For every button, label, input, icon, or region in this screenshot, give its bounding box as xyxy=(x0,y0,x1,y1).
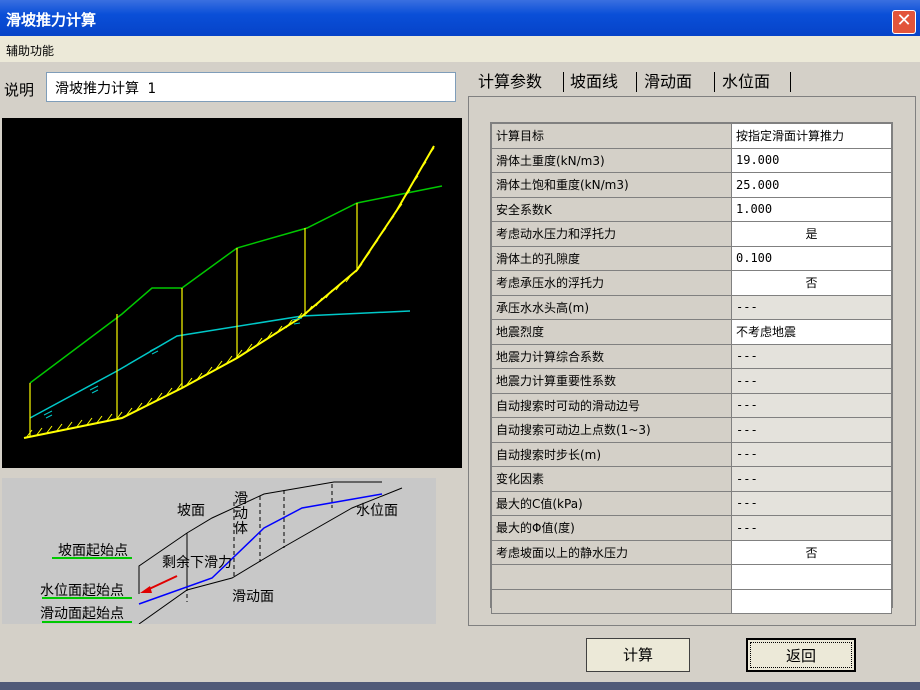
status-bar xyxy=(0,682,920,690)
slice-lines xyxy=(29,203,358,436)
calc-button[interactable]: 计算 xyxy=(586,638,690,672)
legend-slide-body: 滑动体 xyxy=(234,491,248,537)
table-row[interactable]: 滑体土饱和重度(kN/m3) 25.000 xyxy=(491,172,892,198)
water-symbols xyxy=(43,317,303,419)
legend-water-start: 水位面起始点 xyxy=(40,583,124,599)
table-row[interactable]: 地震烈度 不考虑地震 xyxy=(491,319,892,345)
table-row[interactable]: 承压水水头高(m) --- xyxy=(491,294,892,320)
slope-line xyxy=(29,185,443,384)
table-row[interactable]: 滑体土的孔隙度 0.100 xyxy=(491,245,892,271)
legend-slope-start: 坡面起始点 xyxy=(58,543,128,559)
tab-slope-line[interactable]: 坡面线 xyxy=(566,68,622,96)
param-key: 自动搜索时步长(m) xyxy=(491,441,732,467)
legend-slide-surface: 滑动面 xyxy=(232,589,274,605)
param-value[interactable]: 0.100 xyxy=(731,245,892,271)
description-label: 说明 xyxy=(4,81,35,99)
legend-slope: 坡面 xyxy=(177,503,205,519)
tab-water-level[interactable]: 水位面 xyxy=(718,68,774,96)
param-value[interactable]: 按指定滑面计算推力 xyxy=(731,123,892,149)
param-value[interactable] xyxy=(731,588,892,614)
param-key: 地震烈度 xyxy=(491,319,732,345)
table-row[interactable] xyxy=(491,588,892,614)
param-value[interactable]: 1.000 xyxy=(731,196,892,222)
table-row[interactable]: 滑体土重度(kN/m3) 19.000 xyxy=(491,147,892,173)
table-row[interactable]: 计算目标 按指定滑面计算推力 xyxy=(491,123,892,149)
table-row[interactable]: 考虑坡面以上的静水压力否 xyxy=(491,539,892,565)
menu-bar: 辅助功能 xyxy=(0,36,920,62)
param-value[interactable]: --- xyxy=(731,515,892,541)
table-row[interactable]: 最大的C值(kPa) --- xyxy=(491,490,892,516)
param-key: 考虑承压水的浮托力 xyxy=(491,270,732,296)
table-row[interactable]: 自动搜索时可动的滑动边号 --- xyxy=(491,392,892,418)
param-value[interactable]: 否 xyxy=(731,270,892,296)
param-grid[interactable]: 计算目标 按指定滑面计算推力 滑体土重度(kN/m3) 19.000 滑体土饱和重度(k… xyxy=(490,122,893,614)
table-row[interactable]: 自动搜索时步长(m) --- xyxy=(491,441,892,467)
tab-separator xyxy=(790,72,791,92)
param-key xyxy=(491,588,732,614)
param-key: 地震力计算重要性系数 xyxy=(491,368,732,394)
param-key: 最大的Φ值(度) xyxy=(491,515,732,541)
table-row[interactable]: 考虑动水压力和浮托力是 xyxy=(491,221,892,247)
table-row[interactable]: 自动搜索可动边上点数(1~3) --- xyxy=(491,417,892,443)
title-bar: 滑坡推力计算 ✕ xyxy=(0,0,920,36)
table-row[interactable]: 最大的Φ值(度) --- xyxy=(491,515,892,541)
legend-residual: 剩余下滑力 xyxy=(162,555,232,571)
table-row[interactable]: 考虑承压水的浮托力否 xyxy=(491,270,892,296)
param-value[interactable]: 是 xyxy=(731,221,892,247)
tab-slide-surface[interactable]: 滑动面 xyxy=(640,68,696,96)
table-row[interactable]: 安全系数K 1.000 xyxy=(491,196,892,222)
table-row[interactable] xyxy=(491,564,892,590)
param-key: 承压水水头高(m) xyxy=(491,294,732,320)
param-key: 安全系数K xyxy=(491,196,732,222)
table-row[interactable]: 地震力计算综合系数 --- xyxy=(491,343,892,369)
slide-hatch xyxy=(25,147,435,439)
param-value[interactable]: --- xyxy=(731,466,892,492)
param-value[interactable]: --- xyxy=(731,490,892,516)
param-key: 自动搜索可动边上点数(1~3) xyxy=(491,417,732,443)
param-key: 变化因素 xyxy=(491,466,732,492)
window-title: 滑坡推力计算 xyxy=(6,11,97,29)
param-key: 滑体土的孔隙度 xyxy=(491,245,732,271)
back-button[interactable]: 返回 xyxy=(746,638,856,672)
param-value[interactable]: --- xyxy=(731,368,892,394)
legend-diagram: 坡面 滑动体 水位面 坡面起始点 剩余下滑力 水位面起始点 滑动面起始点 滑动面 xyxy=(2,478,436,625)
param-key: 地震力计算综合系数 xyxy=(491,343,732,369)
param-value[interactable]: 19.000 xyxy=(731,147,892,173)
menu-item-aux[interactable]: 辅助功能 xyxy=(6,42,54,59)
description-input[interactable]: 滑坡推力计算 1 xyxy=(46,72,456,102)
param-value[interactable]: --- xyxy=(731,343,892,369)
param-key: 最大的C值(kPa) xyxy=(491,490,732,516)
tab-separator xyxy=(636,72,637,92)
param-value[interactable]: 不考虑地震 xyxy=(731,319,892,345)
close-button[interactable]: ✕ xyxy=(892,10,916,34)
slope-drawing xyxy=(23,145,443,439)
param-key: 考虑坡面以上的静水压力 xyxy=(491,539,732,565)
param-key: 滑体土重度(kN/m3) xyxy=(491,147,732,173)
param-value[interactable]: --- xyxy=(731,294,892,320)
param-value[interactable]: 25.000 xyxy=(731,172,892,198)
slope-canvas[interactable] xyxy=(2,118,462,468)
tab-calc-params[interactable]: 计算参数 xyxy=(474,68,547,96)
param-value[interactable]: --- xyxy=(731,392,892,418)
table-row[interactable]: 变化因素 --- xyxy=(491,466,892,492)
water-line xyxy=(29,310,411,419)
tab-separator xyxy=(563,72,564,92)
param-table: 计算目标 按指定滑面计算推力 滑体土重度(kN/m3) 19.000 滑体土饱和重度(k… xyxy=(491,123,892,614)
slide-surface-line xyxy=(23,145,435,439)
param-key: 自动搜索时可动的滑动边号 xyxy=(491,392,732,418)
table-row[interactable]: 地震力计算重要性系数 --- xyxy=(491,368,892,394)
param-key: 计算目标 xyxy=(491,123,732,149)
legend-slide-start: 滑动面起始点 xyxy=(40,606,124,622)
param-key: 考虑动水压力和浮托力 xyxy=(491,221,732,247)
param-value[interactable]: --- xyxy=(731,417,892,443)
close-icon: ✕ xyxy=(896,10,912,31)
param-value[interactable]: --- xyxy=(731,441,892,467)
param-key: 滑体土饱和重度(kN/m3) xyxy=(491,172,732,198)
param-key xyxy=(491,564,732,590)
param-value[interactable]: 否 xyxy=(731,539,892,565)
legend-water-level: 水位面 xyxy=(356,503,398,519)
tab-separator xyxy=(714,72,715,92)
param-value[interactable] xyxy=(731,564,892,590)
